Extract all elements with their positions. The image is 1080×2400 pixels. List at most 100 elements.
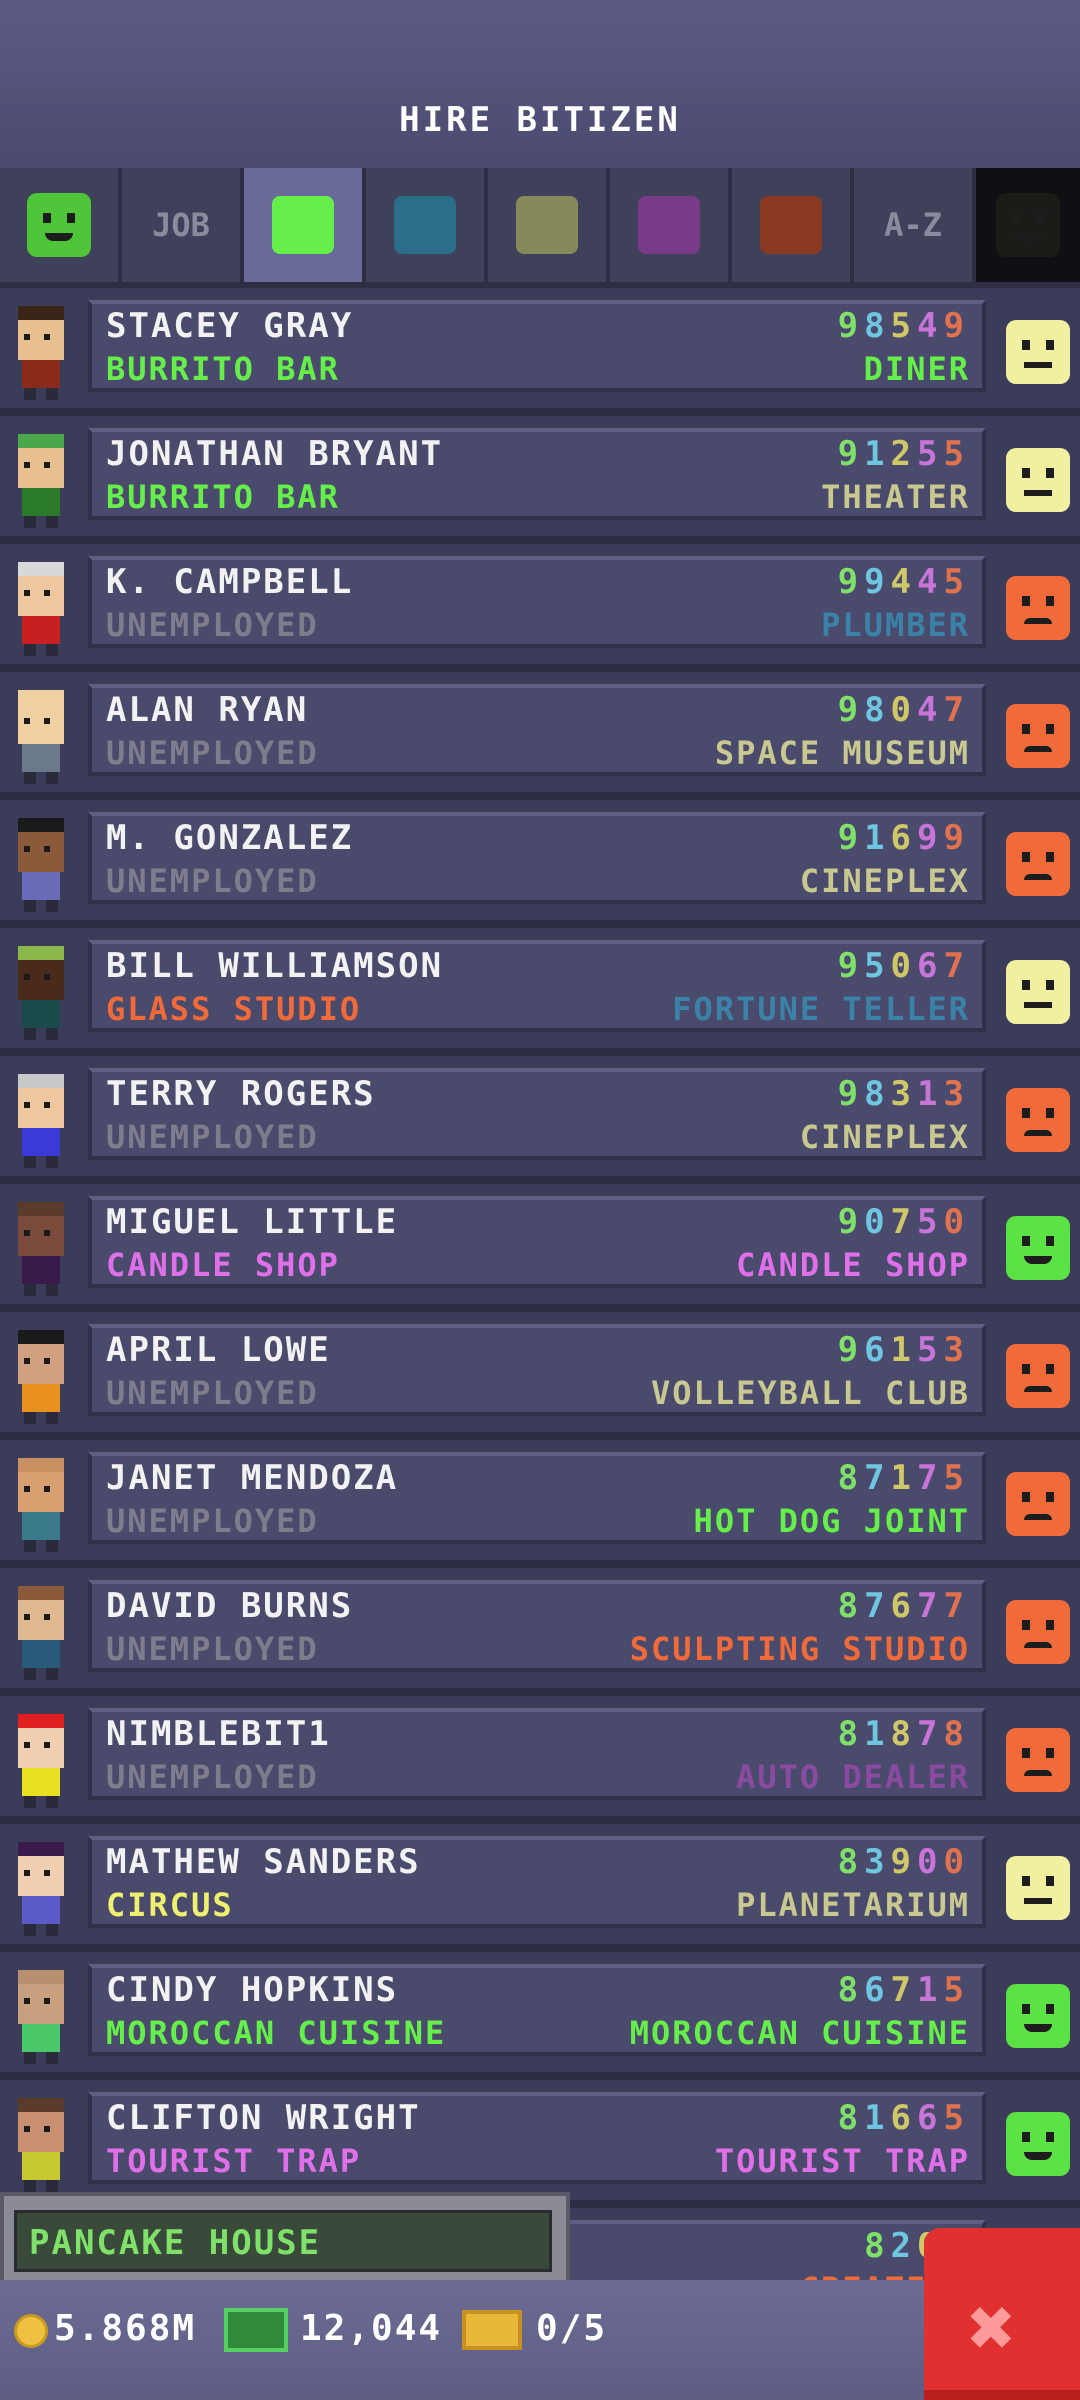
close-button[interactable]: ✖	[924, 2228, 1080, 2400]
bitizen-current-job: UNEMPLOYED	[106, 1758, 319, 1796]
filter-tab-bar: JOB A-Z	[0, 168, 1080, 288]
bitizen-row[interactable]: BILL WILLIAMSON GLASS STUDIO 95067 FORTUNE …	[0, 928, 1080, 1056]
bitizen-row[interactable]: MATHEW SANDERS CIRCUS 83900 PLANETARIUM	[0, 1824, 1080, 1952]
mood-sad-icon	[1006, 832, 1070, 896]
bitizen-avatar	[8, 1202, 74, 1302]
bitizen-dream-job: CINEPLEX	[799, 1118, 970, 1156]
ticket-count: 0/5	[536, 2308, 608, 2349]
bitizen-row[interactable]: STACEY GRAY BURRITO BAR 98549 DINER	[0, 288, 1080, 416]
bitizen-name: K. CAMPBELL	[106, 562, 354, 602]
bitizen-row[interactable]: NIMBLEBIT1 UNEMPLOYED 81878 AUTO DEALER	[0, 1696, 1080, 1824]
bitizen-dream-job: AUTO DEALER	[736, 1758, 970, 1796]
bux-icon	[224, 2308, 288, 2352]
bitizen-info-panel: CLIFTON WRIGHT TOURIST TRAP 81665 TOURIST T…	[88, 2092, 986, 2184]
bitizen-skill-code: 98549	[837, 306, 970, 346]
bitizen-row[interactable]: JANET MENDOZA UNEMPLOYED 87175 HOT DOG JOIN…	[0, 1440, 1080, 1568]
bitizen-info-panel: MIGUEL LITTLE CANDLE SHOP 90750 CANDLE SHOP	[88, 1196, 986, 1288]
color-swatch-icon	[516, 196, 578, 254]
bitizen-skill-code: 87175	[837, 1458, 970, 1498]
bitizen-row[interactable]: JONATHAN BRYANT BURRITO BAR 91255 THEATER	[0, 416, 1080, 544]
bitizen-name: MIGUEL LITTLE	[106, 1202, 399, 1242]
bitizen-info-panel: CINDY HOPKINS MOROCCAN CUISINE 86715 MOROCC…	[88, 1964, 986, 2056]
bitizen-current-job: BURRITO BAR	[106, 350, 340, 388]
bitizen-row[interactable]: MIGUEL LITTLE CANDLE SHOP 90750 CANDLE SHOP	[0, 1184, 1080, 1312]
bitizen-row[interactable]: APRIL LOWE UNEMPLOYED 96153 VOLLEYBALL CLUB	[0, 1312, 1080, 1440]
tab-dark-face[interactable]	[976, 168, 1080, 282]
bitizen-dream-job: DINER	[863, 350, 970, 388]
bitizen-name: APRIL LOWE	[106, 1330, 331, 1370]
bitizen-row[interactable]: TERRY ROGERS UNEMPLOYED 98313 CINEPLEX	[0, 1056, 1080, 1184]
tab-happiness[interactable]	[0, 168, 118, 282]
tab-job[interactable]: JOB	[122, 168, 240, 282]
bitizen-name: ALAN RYAN	[106, 690, 309, 730]
bitizen-name: DAVID BURNS	[106, 1586, 354, 1626]
bitizen-current-job: CANDLE SHOP	[106, 1246, 340, 1284]
bitizen-name: JANET MENDOZA	[106, 1458, 399, 1498]
bitizen-row[interactable]: M. GONZALEZ UNEMPLOYED 91699 CINEPLEX	[0, 800, 1080, 928]
bitizen-skill-code: 87677	[837, 1586, 970, 1626]
bitizen-avatar	[8, 818, 74, 918]
mood-neutral-icon	[1006, 1856, 1070, 1920]
tab-service[interactable]	[366, 168, 484, 282]
mood-sad-icon	[1006, 1472, 1070, 1536]
mood-sad-icon	[1006, 704, 1070, 768]
bitizen-current-job: MOROCCAN CUISINE	[106, 2014, 447, 2052]
bitizen-name: JONATHAN BRYANT	[106, 434, 444, 474]
bitizen-dream-job: FORTUNE TELLER	[672, 990, 970, 1028]
smiley-face-icon	[27, 193, 91, 257]
tab-recreation[interactable]	[488, 168, 606, 282]
tab-retail[interactable]	[610, 168, 728, 282]
tab-a-z[interactable]: A-Z	[854, 168, 972, 282]
tab-creative[interactable]	[732, 168, 850, 282]
bitizen-info-panel: NIMBLEBIT1 UNEMPLOYED 81878 AUTO DEALER	[88, 1708, 986, 1800]
bitizen-list[interactable]: STACEY GRAY BURRITO BAR 98549 DINER JONATHAN…	[0, 288, 1080, 2280]
bitizen-current-job: UNEMPLOYED	[106, 1502, 319, 1540]
mood-sad-icon	[1006, 1728, 1070, 1792]
bitizen-current-job: TOURIST TRAP	[106, 2142, 362, 2180]
bitizen-current-job: UNEMPLOYED	[106, 1374, 319, 1412]
bitizen-row[interactable]: K. CAMPBELL UNEMPLOYED 99445 PLUMBER	[0, 544, 1080, 672]
tab-food[interactable]	[244, 168, 362, 282]
smiley-face-icon	[996, 193, 1060, 257]
bitizen-name: M. GONZALEZ	[106, 818, 354, 858]
bitizen-dream-job: TOURIST TRAP	[714, 2142, 970, 2180]
mood-sad-icon	[1006, 1344, 1070, 1408]
bitizen-info-panel: TERRY ROGERS UNEMPLOYED 98313 CINEPLEX	[88, 1068, 986, 1160]
mood-neutral-icon	[1006, 448, 1070, 512]
bitizen-row[interactable]: ALAN RYAN UNEMPLOYED 98047 SPACE MUSEUM	[0, 672, 1080, 800]
bitizen-info-panel: APRIL LOWE UNEMPLOYED 96153 VOLLEYBALL CLUB	[88, 1324, 986, 1416]
bitizen-avatar	[8, 306, 74, 406]
bitizen-info-panel: STACEY GRAY BURRITO BAR 98549 DINER	[88, 300, 986, 392]
bitizen-info-panel: M. GONZALEZ UNEMPLOYED 91699 CINEPLEX	[88, 812, 986, 904]
tab-a-z-label: A-Z	[884, 206, 942, 244]
bitizen-skill-code: 81665	[837, 2098, 970, 2138]
ticket-icon	[462, 2310, 522, 2350]
bitizen-avatar	[8, 1970, 74, 2070]
bitizen-info-panel: JANET MENDOZA UNEMPLOYED 87175 HOT DOG JOIN…	[88, 1452, 986, 1544]
bitizen-dream-job: SCULPTING STUDIO	[629, 1630, 970, 1668]
hire-bitizen-screen: HIRE BITIZEN JOB A-Z STACEY GRAY BURRITO B…	[0, 0, 1080, 2400]
bitizen-current-job: GLASS STUDIO	[106, 990, 362, 1028]
bitizen-dream-job: SPACE MUSEUM	[714, 734, 970, 772]
bitizen-info-panel: ALAN RYAN UNEMPLOYED 98047 SPACE MUSEUM	[88, 684, 986, 776]
page-title: HIRE BITIZEN	[399, 100, 681, 140]
bitizen-dream-job: PLANETARIUM	[736, 1886, 970, 1924]
bitizen-row[interactable]: CLIFTON WRIGHT TOURIST TRAP 81665 TOURIST T…	[0, 2080, 1080, 2208]
bitizen-avatar	[8, 1586, 74, 1686]
bitizen-skill-code: 95067	[837, 946, 970, 986]
bitizen-row[interactable]: DAVID BURNS UNEMPLOYED 87677 SCULPTING STUD…	[0, 1568, 1080, 1696]
bitizen-skill-code: 86715	[837, 1970, 970, 2010]
bitizen-row[interactable]: CINDY HOPKINS MOROCCAN CUISINE 86715 MOROCC…	[0, 1952, 1080, 2080]
mood-happy-icon	[1006, 1984, 1070, 2048]
bitizen-avatar	[8, 690, 74, 790]
coin-count: 5.868M	[54, 2308, 197, 2349]
header-bar: HIRE BITIZEN	[0, 0, 1080, 168]
floor-label-panel: PANCAKE HOUSE	[0, 2192, 570, 2288]
bitizen-info-panel: MATHEW SANDERS CIRCUS 83900 PLANETARIUM	[88, 1836, 986, 1928]
bitizen-avatar	[8, 1330, 74, 1430]
bitizen-dream-job: HOT DOG JOINT	[693, 1502, 970, 1540]
bitizen-info-panel: BILL WILLIAMSON GLASS STUDIO 95067 FORTUNE …	[88, 940, 986, 1032]
bitizen-name: CLIFTON WRIGHT	[106, 2098, 421, 2138]
bitizen-name: BILL WILLIAMSON	[106, 946, 444, 986]
status-bar: 5.868M 12,044 0/5	[0, 2280, 1080, 2400]
